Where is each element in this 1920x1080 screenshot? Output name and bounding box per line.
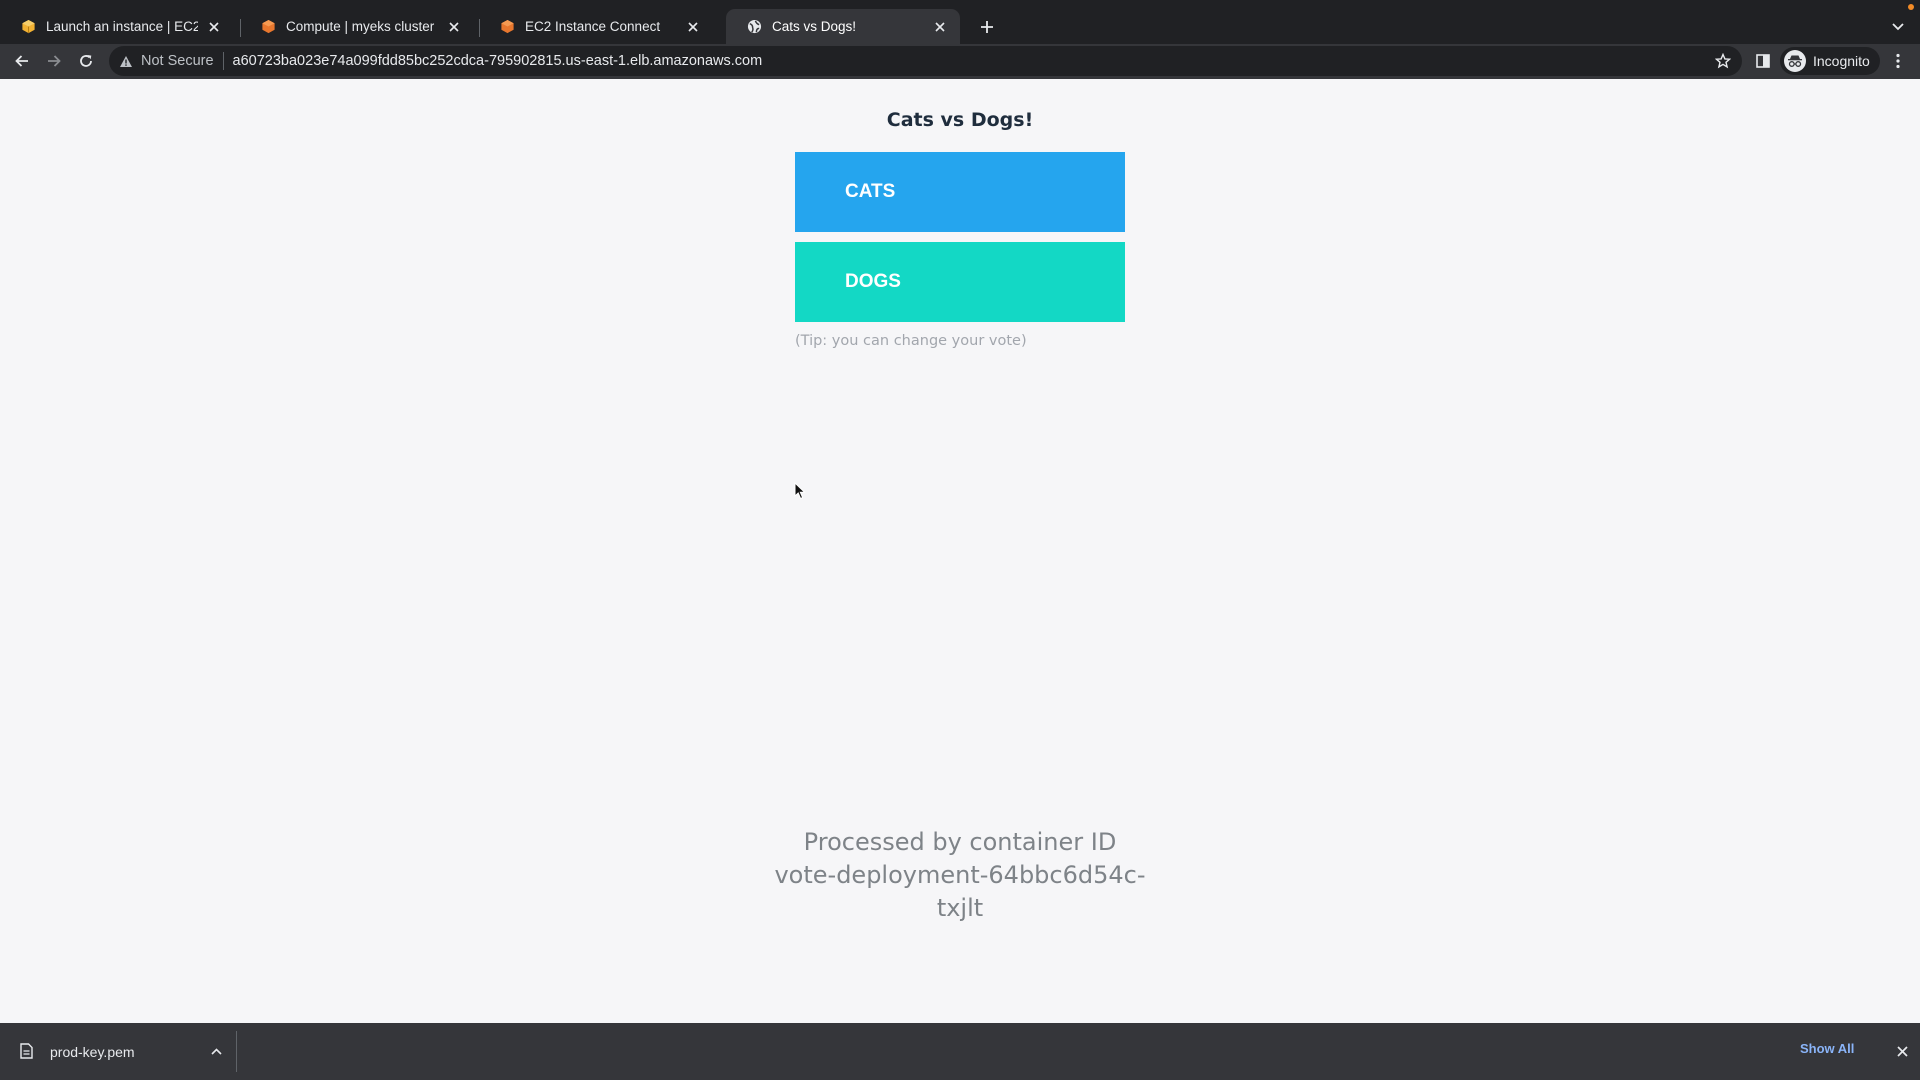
download-item[interactable]: prod-key.pem <box>0 1023 236 1080</box>
profile-label: Incognito <box>1813 53 1870 69</box>
vote-dogs-button[interactable]: DOGS <box>795 242 1125 322</box>
file-icon <box>20 1042 36 1061</box>
omnibox-divider <box>222 52 224 70</box>
address-bar[interactable]: Not Secure a60723ba023e74a099fdd85bc252c… <box>109 46 1742 76</box>
container-info-line: Processed by container ID <box>803 828 1117 856</box>
warning-icon <box>119 55 133 68</box>
tab-title: Cats vs Dogs! <box>772 19 857 34</box>
tab-launch-instance[interactable]: Launch an instance | EC2 Mana <box>0 9 234 44</box>
vote-cats-button[interactable]: CATS <box>795 152 1125 232</box>
container-id: vote-deployment-64bbc6d54c- <box>774 861 1146 889</box>
tab-cats-vs-dogs[interactable]: Cats vs Dogs! <box>726 9 960 44</box>
chevron-up-icon[interactable] <box>206 1042 226 1062</box>
tab-compute-myeks[interactable]: Compute | myeks cluster | Ama <box>240 9 474 44</box>
tab-title: Launch an instance | EC2 Mana <box>46 19 198 34</box>
download-file-name: prod-key.pem <box>50 1043 135 1060</box>
aws-cube-icon <box>499 19 515 35</box>
bookmark-button[interactable] <box>1712 50 1734 72</box>
side-panel-icon <box>1756 54 1770 68</box>
more-vertical-icon <box>1896 53 1900 69</box>
mouse-cursor-icon <box>794 481 806 505</box>
close-download-shelf-button[interactable] <box>1892 1041 1912 1061</box>
container-id-info: Processed by container ID vote-deploymen… <box>760 826 1160 925</box>
aws-box-icon <box>20 19 36 35</box>
browser-toolbar: Not Secure a60723ba023e74a099fdd85bc252c… <box>0 44 1920 79</box>
chevron-down-icon <box>1892 23 1904 31</box>
tab-title: Compute | myeks cluster | Ama <box>286 19 438 34</box>
security-indicator[interactable]: Not Secure <box>119 53 214 69</box>
close-icon[interactable] <box>444 17 464 37</box>
browser-menu-button[interactable] <box>1886 49 1910 73</box>
aws-cube-icon <box>260 19 276 35</box>
reload-icon <box>80 55 92 67</box>
star-icon <box>1715 53 1731 69</box>
security-label: Not Secure <box>141 53 214 69</box>
url-text[interactable]: a60723ba023e74a099fdd85bc252cdca-7959028… <box>233 53 763 69</box>
tab-strip: Launch an instance | EC2 Mana Compute | … <box>0 0 1920 44</box>
forward-button[interactable] <box>40 47 68 75</box>
show-all-downloads-link[interactable]: Show All <box>1800 1041 1854 1056</box>
incognito-icon <box>1784 50 1806 72</box>
tab-search-button[interactable] <box>1885 14 1911 40</box>
arrow-right-icon <box>48 55 61 67</box>
side-panel-button[interactable] <box>1751 49 1775 73</box>
page-content: Cats vs Dogs! CATS DOGS (Tip: you can ch… <box>0 79 1920 1023</box>
download-shelf: prod-key.pem Show All <box>0 1023 1920 1080</box>
vote-tip: (Tip: you can change your vote) <box>795 333 1027 349</box>
page-title: Cats vs Dogs! <box>886 109 1034 131</box>
back-button[interactable] <box>8 47 36 75</box>
globe-icon <box>746 19 762 35</box>
arrow-left-icon <box>15 55 28 67</box>
close-icon[interactable] <box>683 17 703 37</box>
tab-ec2-instance-connect[interactable]: EC2 Instance Connect <box>479 9 713 44</box>
reload-button[interactable] <box>72 47 100 75</box>
update-indicator <box>1908 4 1914 10</box>
close-icon <box>1896 1045 1908 1057</box>
tab-title: EC2 Instance Connect <box>525 19 661 34</box>
plus-icon <box>981 21 993 33</box>
incognito-profile-button[interactable]: Incognito <box>1780 47 1880 75</box>
download-separator <box>236 1031 237 1072</box>
new-tab-button[interactable] <box>974 14 1000 40</box>
close-icon[interactable] <box>204 17 224 37</box>
close-icon[interactable] <box>930 17 950 37</box>
container-id-suffix: txjlt <box>936 894 984 922</box>
